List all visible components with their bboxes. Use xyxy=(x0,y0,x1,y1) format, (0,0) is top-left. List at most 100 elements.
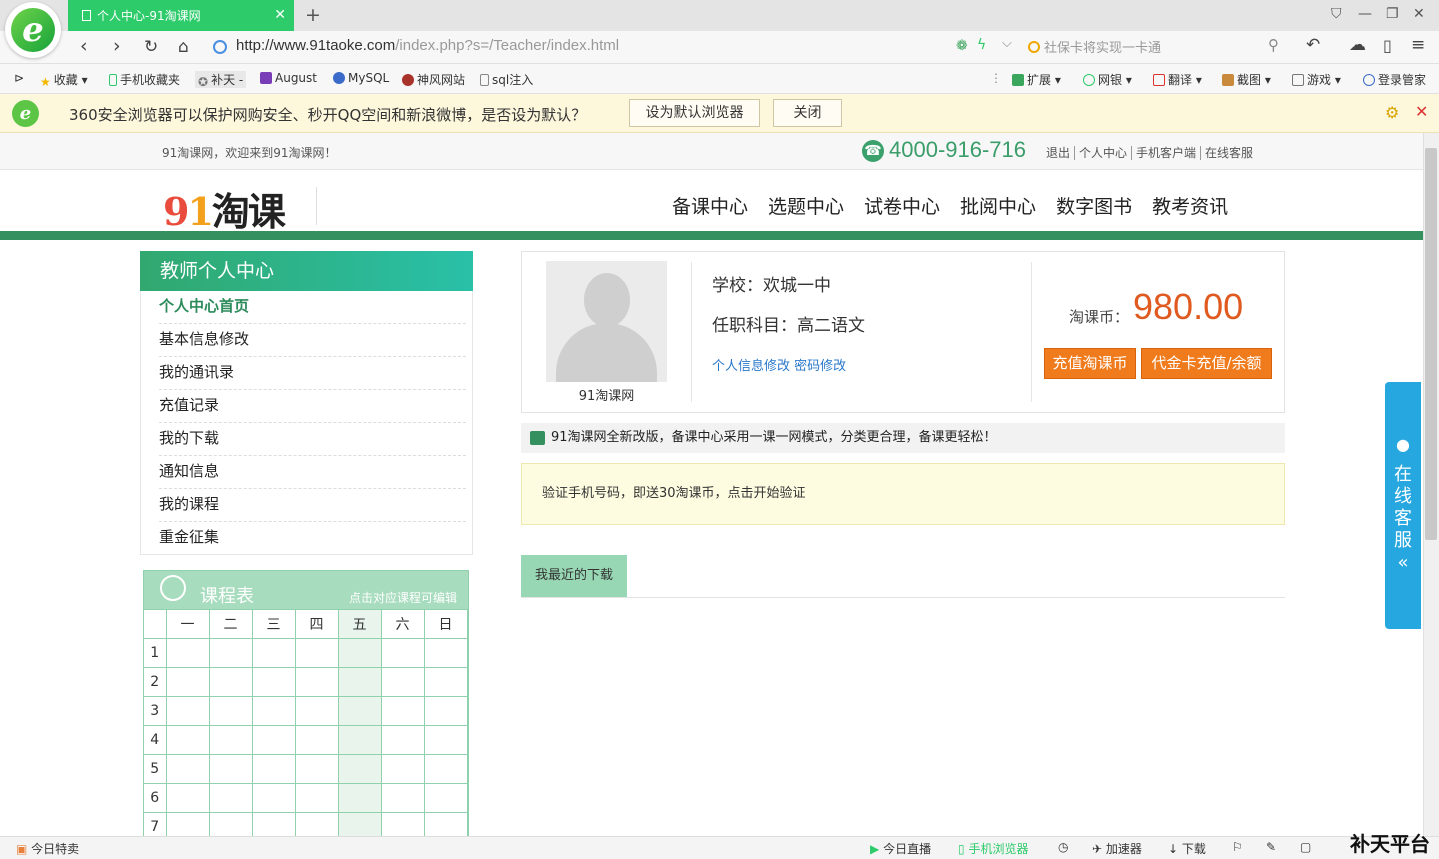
schedule-cell[interactable] xyxy=(423,667,468,697)
schedule-cell[interactable] xyxy=(380,783,425,813)
back-icon[interactable]: ‹ xyxy=(80,35,88,57)
accelerator-button[interactable]: ✈ 加速器 xyxy=(1092,840,1142,857)
nav-prep-center[interactable]: 备课中心 xyxy=(672,196,748,218)
nav-question-center[interactable]: 选题中心 xyxy=(768,196,844,218)
tool-login-manager[interactable]: 登录管家 xyxy=(1363,71,1426,88)
schedule-cell[interactable] xyxy=(251,725,296,755)
schedule-cell[interactable] xyxy=(208,783,253,813)
download-button[interactable]: ↓ 下载 xyxy=(1168,840,1206,857)
tool-translate[interactable]: 翻译 ▾ xyxy=(1153,71,1202,88)
browser-logo-icon[interactable]: e xyxy=(5,2,61,58)
settings-gear-icon[interactable]: ⚙ xyxy=(1385,103,1399,122)
recharge-coin-button[interactable]: 充值淘课币 xyxy=(1044,348,1136,379)
tool-games[interactable]: 游戏 ▾ xyxy=(1292,71,1341,88)
live-button[interactable]: ▶ 今日直播 xyxy=(870,840,931,857)
search-input[interactable]: 社保卡将实现一卡通 xyxy=(1028,37,1288,56)
edit-profile-link[interactable]: 个人信息修改 xyxy=(712,359,790,374)
online-service-link[interactable]: 在线客服 xyxy=(1201,146,1257,160)
set-default-button[interactable]: 设为默认浏览器 xyxy=(629,99,760,127)
forward-icon[interactable]: › xyxy=(113,35,121,57)
schedule-cell[interactable] xyxy=(337,696,382,726)
online-service-float[interactable]: ● 在 线 客 服 « xyxy=(1385,382,1421,629)
schedule-cell[interactable] xyxy=(423,696,468,726)
sidebar-item-courses[interactable]: 我的课程 xyxy=(159,489,466,522)
schedule-cell[interactable] xyxy=(294,667,339,697)
schedule-cell[interactable] xyxy=(423,783,468,813)
security-icon[interactable]: ❁ xyxy=(956,38,968,54)
schedule-cell[interactable] xyxy=(337,667,382,697)
mobile-client-link[interactable]: 手机客户端 xyxy=(1132,146,1202,160)
schedule-cell[interactable] xyxy=(294,725,339,755)
nav-exam-news[interactable]: 教考资讯 xyxy=(1152,196,1228,218)
tab-recent-downloads[interactable]: 我最近的下载 xyxy=(521,555,627,597)
restore-icon[interactable]: ❐ xyxy=(1386,6,1399,22)
bookmark-sqli[interactable]: sql注入 xyxy=(480,71,533,88)
search-icon[interactable]: ⚲ xyxy=(1268,36,1279,54)
voucher-card-button[interactable]: 代金卡充值/余额 xyxy=(1141,348,1272,379)
schedule-cell[interactable] xyxy=(380,725,425,755)
home-icon[interactable]: ⌂ xyxy=(178,37,189,57)
undo-icon[interactable]: ↶ xyxy=(1306,35,1320,55)
schedule-cell[interactable] xyxy=(294,783,339,813)
bookmark-mobile[interactable]: 手机收藏夹 xyxy=(109,71,180,88)
bookmark-butian[interactable]: ✪ 补天 - xyxy=(195,71,247,89)
schedule-cell[interactable] xyxy=(337,725,382,755)
notification-dismiss-icon[interactable]: ✕ xyxy=(1415,102,1428,121)
sidebar-item-notifications[interactable]: 通知信息 xyxy=(159,456,466,489)
schedule-cell[interactable] xyxy=(251,696,296,726)
menu-icon[interactable]: ≡ xyxy=(1411,35,1425,55)
nav-digital-books[interactable]: 数字图书 xyxy=(1056,196,1132,218)
edit-icon[interactable]: ✎ xyxy=(1266,840,1276,854)
window-icon[interactable]: ▢ xyxy=(1300,840,1311,854)
sidebar-item-downloads[interactable]: 我的下载 xyxy=(159,423,466,456)
schedule-cell[interactable] xyxy=(294,754,339,784)
sidebar-item-basic-info[interactable]: 基本信息修改 xyxy=(159,324,466,357)
schedule-cell[interactable] xyxy=(165,696,210,726)
nav-grading-center[interactable]: 批阅中心 xyxy=(960,196,1036,218)
cloud-icon[interactable]: ☁ xyxy=(1349,35,1366,55)
mobile-icon[interactable]: ▯ xyxy=(1383,36,1392,55)
sidebar-toggle-icon[interactable]: ⊳ xyxy=(14,71,24,85)
daily-deals[interactable]: ▣ 今日特卖 xyxy=(16,840,79,857)
tool-bank[interactable]: 网银 ▾ xyxy=(1083,71,1132,88)
schedule-cell[interactable] xyxy=(251,638,296,668)
schedule-cell[interactable] xyxy=(380,696,425,726)
site-logo[interactable]: 91淘课 xyxy=(163,181,286,236)
schedule-cell[interactable] xyxy=(423,638,468,668)
browser-tab-active[interactable]: 个人中心-91淘课网 ✕ xyxy=(68,0,294,31)
schedule-cell[interactable] xyxy=(337,783,382,813)
schedule-cell[interactable] xyxy=(294,638,339,668)
reload-icon[interactable]: ↻ xyxy=(144,37,158,57)
sidebar-item-recharge-records[interactable]: 充值记录 xyxy=(159,390,466,423)
skin-icon[interactable]: ⛉ xyxy=(1331,6,1342,22)
url-input[interactable]: http://www.91taoke.com/index.php?s=/Teac… xyxy=(236,37,619,54)
schedule-cell[interactable] xyxy=(337,638,382,668)
personal-center-link[interactable]: 个人中心 xyxy=(1075,146,1133,160)
flag-icon[interactable]: ⚐ xyxy=(1232,840,1243,854)
schedule-cell[interactable] xyxy=(337,754,382,784)
schedule-cell[interactable] xyxy=(165,783,210,813)
sidebar-item-bounty[interactable]: 重金征集 xyxy=(159,522,466,555)
schedule-cell[interactable] xyxy=(423,754,468,784)
schedule-cell[interactable] xyxy=(208,696,253,726)
schedule-cell[interactable] xyxy=(294,696,339,726)
schedule-cell[interactable] xyxy=(165,754,210,784)
dropdown-icon[interactable]: ⌵ xyxy=(1002,36,1012,51)
schedule-cell[interactable] xyxy=(165,667,210,697)
close-window-icon[interactable]: ✕ xyxy=(1413,6,1425,22)
more-icon[interactable]: ⋮ xyxy=(990,71,1002,85)
schedule-cell[interactable] xyxy=(380,638,425,668)
nav-exam-center[interactable]: 试卷中心 xyxy=(864,196,940,218)
speed-mode-icon[interactable]: ϟ xyxy=(977,37,986,53)
schedule-cell[interactable] xyxy=(165,638,210,668)
bookmark-shenfeng[interactable]: 神风网站 xyxy=(402,71,465,88)
minimize-icon[interactable]: — xyxy=(1358,6,1372,22)
sidebar-item-contacts[interactable]: 我的通讯录 xyxy=(159,357,466,390)
scrollbar-thumb[interactable] xyxy=(1425,148,1437,540)
close-tab-icon[interactable]: ✕ xyxy=(274,7,286,23)
avatar[interactable] xyxy=(546,261,667,382)
schedule-cell[interactable] xyxy=(208,754,253,784)
verify-phone-notice[interactable]: 验证手机号码，即送30淘课币，点击开始验证 xyxy=(521,463,1285,525)
schedule-cell[interactable] xyxy=(165,725,210,755)
schedule-cell[interactable] xyxy=(208,667,253,697)
